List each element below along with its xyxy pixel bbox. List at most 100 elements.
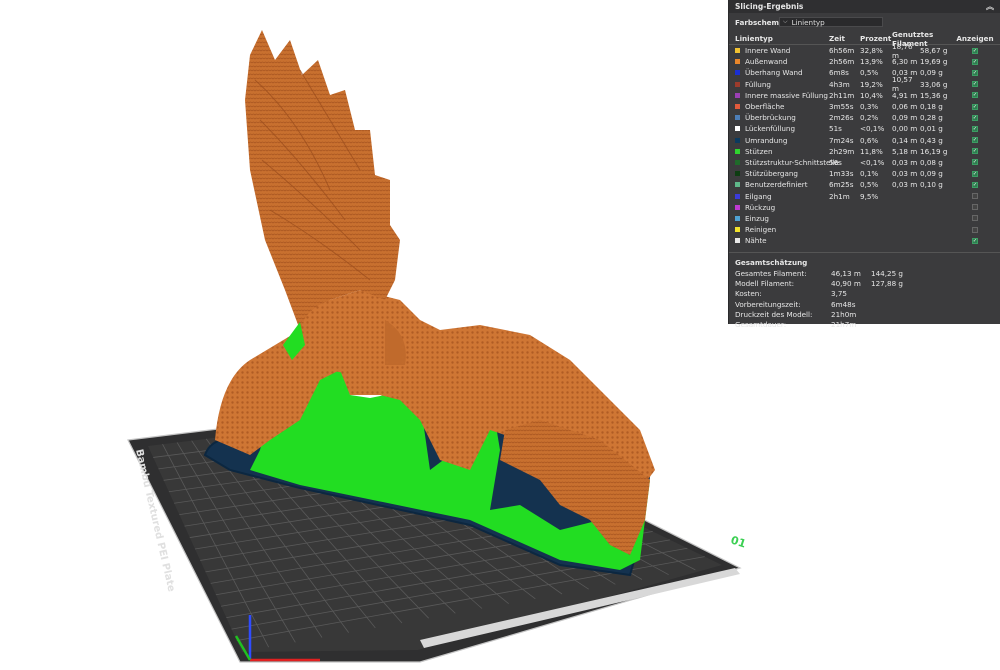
summary-title: Gesamtschätzung <box>735 257 808 267</box>
time-cell: 2m26s <box>829 113 854 123</box>
time-cell: 2h56m <box>829 57 855 67</box>
line-type-label: Füllung <box>745 79 771 89</box>
line-type-cell: Innere massive Füllung <box>735 91 829 100</box>
summary-label: Gesamtdauer: <box>735 319 787 329</box>
table-row: Überhang Wand 6m8s 0,5% 0,03 m 0,09 g ✓ <box>729 67 1000 78</box>
show-cell: ✓ <box>960 69 990 76</box>
line-type-cell: Außenwand <box>735 57 829 66</box>
divider <box>729 252 1000 254</box>
show-checkbox[interactable]: ✓ <box>972 92 978 99</box>
color-swatch <box>735 104 740 110</box>
line-type-cell: Stützen <box>735 147 829 156</box>
length-cell: 0,09 m <box>892 113 918 123</box>
show-cell: ✓ <box>960 103 990 110</box>
summary-value-2: 144,25 g <box>871 268 903 278</box>
weight-cell: 0,08 g <box>920 157 943 167</box>
slicing-result-panel: Slicing-Ergebnis ︽ Farbschema ⌵ Linienty… <box>728 0 1000 329</box>
color-scheme-value: Linientyp <box>791 17 825 27</box>
color-swatch <box>735 126 740 132</box>
summary-row: Gesamtes Filament: 46,13 m 144,25 g <box>729 268 1000 278</box>
table-row: Füllung 4h3m 19,2% 10,57 m 33,06 g ✓ <box>729 75 1000 93</box>
summary-value: 6m48s <box>831 299 856 309</box>
color-swatch <box>735 182 740 188</box>
percent-cell: 0,5% <box>860 68 879 78</box>
summary-value-2: 127,88 g <box>871 279 903 289</box>
show-cell <box>960 215 990 222</box>
color-swatch <box>735 59 740 65</box>
time-cell: 56s <box>829 157 842 167</box>
show-checkbox[interactable]: ✓ <box>972 69 978 76</box>
show-checkbox[interactable] <box>972 193 978 200</box>
show-checkbox[interactable]: ✓ <box>972 81 978 88</box>
summary-value: 3,75 <box>831 289 848 299</box>
show-cell: ✓ <box>960 58 990 65</box>
table-row: Stützen 2h29m 11,8% 5,18 m 16,19 g ✓ <box>729 146 1000 157</box>
line-type-label: Stützstruktur-Schnittstelle <box>745 157 839 167</box>
line-type-label: Innere Wand <box>745 46 791 56</box>
table-row: Stützstruktur-Schnittstelle 56s <0,1% 0,03 … <box>729 157 1000 168</box>
weight-cell: 0,09 g <box>920 68 943 78</box>
line-type-label: Rückzug <box>745 202 776 212</box>
col-header-type: Linientyp <box>735 34 773 43</box>
show-checkbox[interactable]: ✓ <box>972 159 978 166</box>
table-row: Innere massive Füllung 2h11m 10,4% 4,91 m 15… <box>729 90 1000 101</box>
line-type-label: Umrandung <box>745 135 788 145</box>
chevron-up-icon[interactable]: ︽ <box>985 2 995 12</box>
summary-label: Gesamtes Filament: <box>735 268 807 278</box>
col-header-show: Anzeigen <box>956 34 994 43</box>
panel-header[interactable]: Slicing-Ergebnis ︽ <box>729 0 1000 13</box>
color-scheme-select[interactable]: ⌵ Linientyp <box>779 17 883 27</box>
show-checkbox[interactable]: ✓ <box>972 148 978 155</box>
length-cell: 0,14 m <box>892 135 918 145</box>
table-row: Benutzerdefiniert 6m25s 0,5% 0,03 m 0,10 g ✓ <box>729 179 1000 190</box>
line-type-label: Innere massive Füllung <box>745 90 828 100</box>
table-row: Umrandung 7m24s 0,6% 0,14 m 0,43 g ✓ <box>729 135 1000 146</box>
length-cell: 5,18 m <box>892 146 918 156</box>
show-checkbox[interactable]: ✓ <box>972 125 978 132</box>
weight-cell: 0,09 g <box>920 169 943 179</box>
show-checkbox[interactable] <box>972 226 978 233</box>
summary-value: 21h7m <box>831 319 857 329</box>
show-checkbox[interactable]: ✓ <box>972 170 978 177</box>
show-cell: ✓ <box>960 81 990 88</box>
summary-row: Gesamtdauer: 21h7m <box>729 319 1000 329</box>
show-checkbox[interactable]: ✓ <box>972 181 978 188</box>
show-cell: ✓ <box>960 114 990 121</box>
show-checkbox[interactable]: ✓ <box>972 137 978 144</box>
weight-cell: 0,01 g <box>920 124 943 134</box>
line-type-cell: Füllung <box>735 80 829 89</box>
line-type-label: Überhang Wand <box>745 68 803 78</box>
line-type-cell: Innere Wand <box>735 46 829 55</box>
show-checkbox[interactable]: ✓ <box>972 47 978 54</box>
table-row: Rückzug <box>729 202 1000 213</box>
show-checkbox[interactable]: ✓ <box>972 237 978 244</box>
line-type-cell: Stützübergang <box>735 169 829 178</box>
percent-cell: 11,8% <box>860 146 883 156</box>
table-row: Außenwand 2h56m 13,9% 6,30 m 19,69 g ✓ <box>729 56 1000 67</box>
weight-cell: 16,19 g <box>920 146 948 156</box>
show-checkbox[interactable]: ✓ <box>972 114 978 121</box>
percent-cell: 10,4% <box>860 90 883 100</box>
line-type-cell: Rückzug <box>735 203 829 212</box>
percent-cell: 32,8% <box>860 46 883 56</box>
color-swatch <box>735 148 740 154</box>
line-type-cell: Stützstruktur-Schnittstelle <box>735 158 839 167</box>
length-cell: 0,06 m <box>892 102 918 112</box>
summary-value: 40,90 m <box>831 279 861 289</box>
line-type-label: Stützübergang <box>745 169 798 179</box>
show-checkbox[interactable]: ✓ <box>972 103 978 110</box>
show-cell <box>960 204 990 211</box>
time-cell: 6m8s <box>829 68 849 78</box>
line-type-cell: Nähte <box>735 236 829 245</box>
time-cell: 1m33s <box>829 169 854 179</box>
color-swatch <box>735 92 740 98</box>
percent-cell: 13,9% <box>860 57 883 67</box>
line-type-table: Innere Wand 6h56m 32,8% 18,76 m 58,67 g ✓ Auße… <box>729 42 1000 246</box>
show-checkbox[interactable]: ✓ <box>972 58 978 65</box>
line-type-label: Eilgang <box>745 191 772 201</box>
show-checkbox[interactable] <box>972 204 978 211</box>
percent-cell: 0,3% <box>860 102 879 112</box>
show-checkbox[interactable] <box>972 215 978 222</box>
time-cell: 7m24s <box>829 135 854 145</box>
show-cell: ✓ <box>960 137 990 144</box>
